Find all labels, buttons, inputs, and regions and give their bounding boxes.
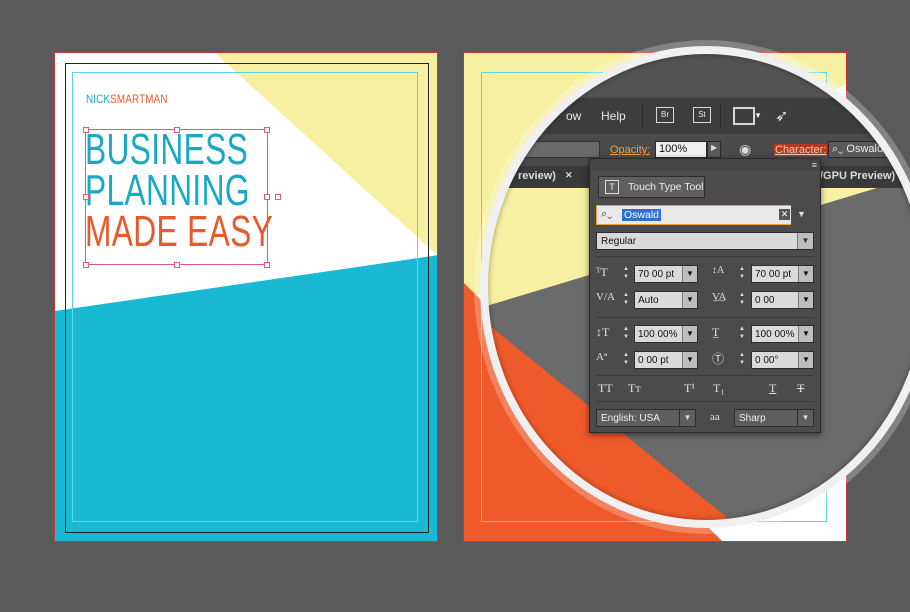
resize-handle-bm[interactable] [174, 262, 180, 268]
resize-handle-mr[interactable] [264, 194, 270, 200]
resize-handle-tm[interactable] [174, 127, 180, 133]
resize-handle-tr[interactable] [264, 127, 270, 133]
resize-handle-bl[interactable] [83, 262, 89, 268]
stage: NICKSMARTMAN BUSINESS PLANNING MADE EASY… [0, 0, 910, 612]
brand-first: NICK [86, 92, 111, 106]
left-artboard[interactable]: NICKSMARTMAN BUSINESS PLANNING MADE EASY [54, 52, 438, 542]
brand-last: SMARTMAN [110, 92, 168, 106]
resize-handle-tl[interactable] [83, 127, 89, 133]
selection-bounding-box[interactable] [85, 129, 268, 265]
resize-handle-br[interactable] [264, 262, 270, 268]
resize-handle-ml[interactable] [83, 194, 89, 200]
brand-logo: NICKSMARTMAN [86, 92, 168, 106]
out-port-handle[interactable] [275, 194, 281, 200]
magnifier-ring [480, 46, 910, 528]
